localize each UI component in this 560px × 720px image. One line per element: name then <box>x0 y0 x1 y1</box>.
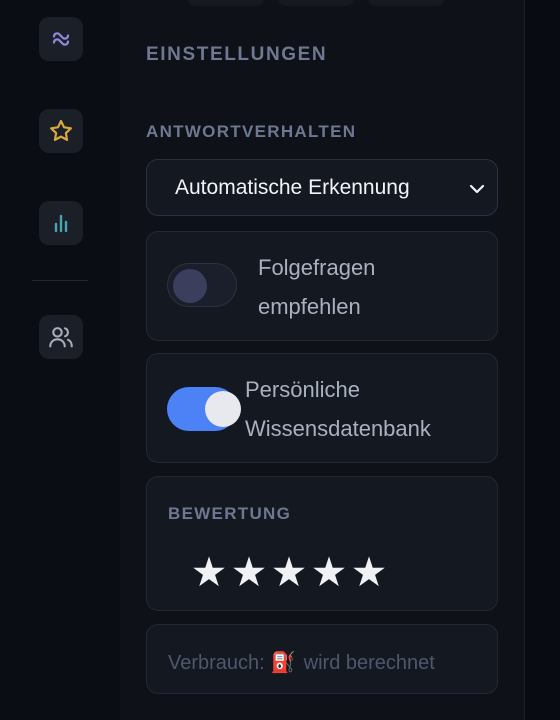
users-icon <box>47 323 75 351</box>
rating-star-1[interactable]: ★ <box>189 552 229 593</box>
settings-title: EINSTELLUNGEN <box>146 44 328 65</box>
team-button[interactable] <box>39 315 83 359</box>
top-tab[interactable] <box>278 0 354 6</box>
usage-status: wird berechnet <box>303 652 435 674</box>
integrations-button[interactable] <box>39 17 83 61</box>
link-icon <box>49 27 73 51</box>
usage-info: Verbrauch: ⛽ wird berechnet <box>168 650 435 675</box>
chevron-down-icon <box>467 179 487 204</box>
top-tab[interactable] <box>188 0 264 6</box>
star-icon <box>48 118 74 144</box>
follow-up-questions-toggle[interactable] <box>167 263 237 307</box>
favorites-button[interactable] <box>39 109 83 153</box>
response-behavior-value: Automatische Erkennung <box>175 176 410 199</box>
response-behavior-label: ANTWORTVERHALTEN <box>146 122 357 141</box>
settings-panel: EINSTELLUNGEN ANTWORTVERHALTEN Automatis… <box>120 0 525 720</box>
toggle-knob <box>205 391 241 427</box>
rating-label: BEWERTUNG <box>168 504 292 523</box>
statistics-button[interactable] <box>39 201 83 245</box>
follow-up-questions-label: Folgefragen empfehlen <box>258 255 376 319</box>
fuel-pump-icon: ⛽ <box>270 652 296 674</box>
rating-star-3[interactable]: ★ <box>269 552 309 593</box>
rating-star-4[interactable]: ★ <box>309 552 349 593</box>
toggle-knob <box>173 269 207 303</box>
knowledge-base-toggle[interactable] <box>167 387 241 431</box>
rating-star-2[interactable]: ★ <box>229 552 269 593</box>
knowledge-base-card: Persönliche Wissensdatenbank <box>146 353 498 463</box>
usage-card: Verbrauch: ⛽ wird berechnet <box>146 624 498 694</box>
rail-divider <box>32 280 88 281</box>
rating-card: BEWERTUNG ★ ★ ★ ★ ★ <box>146 476 498 611</box>
rating-stars: ★ ★ ★ ★ ★ <box>189 552 389 593</box>
bar-chart-icon <box>49 211 73 235</box>
usage-label: Verbrauch: <box>168 652 265 674</box>
rating-star-5[interactable]: ★ <box>349 552 389 593</box>
top-tab[interactable] <box>368 0 444 6</box>
knowledge-base-label: Persönliche Wissensdatenbank <box>245 377 431 441</box>
response-behavior-select[interactable]: Automatische Erkennung <box>146 159 498 216</box>
follow-up-questions-card: Folgefragen empfehlen <box>146 231 498 341</box>
icon-rail <box>0 0 120 720</box>
